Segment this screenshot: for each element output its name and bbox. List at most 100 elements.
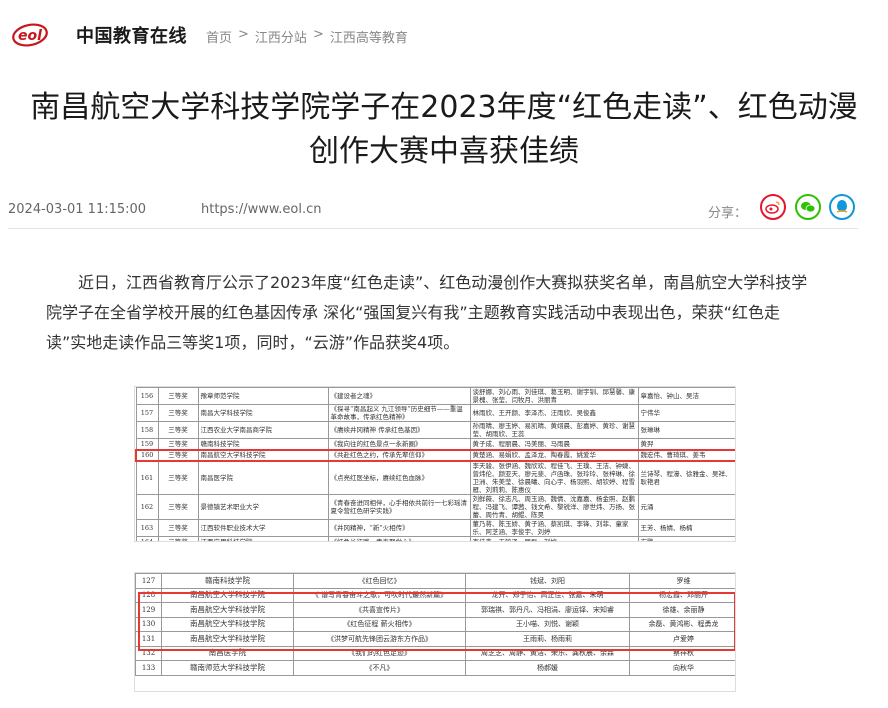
cell-school: 南昌大学科技学院: [197, 404, 329, 422]
table-row: 159 三等奖 赣南科技学院 《我向往的红色景点一永新圈》 黄子成、程丽晨、冯美丽、马雨…: [135, 438, 735, 450]
cell-members: 刘鲜薇、徐志凡、周玉涵、魏倩、沈嘉嘉、杨金照、赵鹏程、冯建飞、谭茜、钱文希、黎锐…: [469, 493, 639, 520]
cell-no: 160: [135, 448, 159, 462]
cell-members: 钱斌、刘阳: [465, 573, 630, 589]
table-row: 164 三等奖 江西应用科技学院 《红色长征路，青春聚党心》 李佳鑫、王铭泽、罗磊、刘婷…: [135, 535, 735, 541]
cell-no: 162: [135, 493, 159, 520]
cell-members: 林雨欣、王开颜、李泽杰、汪雨欣、吴俊鑫: [469, 404, 639, 422]
cell-work: 《建设者之魂》: [327, 387, 471, 405]
cell-teacher: 魏宏伟、曹琦琪、姜韦: [637, 448, 735, 462]
cell-members: 王小喵、刘悦、谢颖: [465, 616, 630, 632]
cell-no: 156: [135, 387, 159, 405]
award-table-image-1: 156 三等奖 豫章师范学院 《建设者之魂》 谈舒娜、刘心雨、刘佳琪、葛玉明、谢宇钏、邱…: [134, 386, 736, 542]
table-row: 130 南昌航空大学科技学院 《红色征程 薪火相传》 王小喵、刘悦、谢颖 余磊、黄鸿彬、…: [135, 616, 735, 632]
article-meta: 2024-03-01 11:15:00 https://www.eol.cn 分…: [8, 194, 858, 221]
table-row: 131 南昌航空大学科技学院 《洪梦可航先锋团云游东方作品》 王雨莉、杨雨莉 卢爱婷: [135, 631, 735, 647]
cell-work: 《点亮红医坐标，赓续红色血脉》: [327, 460, 471, 495]
cell-school: 赣南师范大学科技学院: [161, 660, 294, 676]
cell-teacher: 余磊、黄鸿彬、程勇龙: [629, 616, 735, 632]
weibo-icon[interactable]: [760, 194, 786, 220]
award-table-image-2: 127 赣南科技学院 《红色回忆》 钱斌、刘阳 罗维 128 南昌航空大学科技学院《 谱写青…: [134, 572, 736, 692]
cell-members: 李佳鑫、王铭泽、罗磊、刘婷: [469, 535, 639, 541]
cell-teacher: 方鹏: [637, 535, 735, 541]
cell-work: 《红色长征路，青春聚党心》: [327, 535, 471, 541]
cell-work: 《共赴红色之约，传承先辈信仰》: [327, 448, 471, 462]
cell-teacher: 章嘉怡、钟山、吴洁: [637, 387, 735, 405]
cell-school: 江西软件职业技术大学: [197, 518, 329, 537]
source-url[interactable]: https://www.eol.cn: [201, 202, 322, 217]
breadcrumb-home[interactable]: 首页: [206, 27, 232, 46]
cell-school: 南昌航空大学科技学院: [161, 631, 294, 647]
breadcrumb-separator: >: [238, 27, 249, 42]
svg-text:eol: eol: [18, 28, 42, 44]
cell-no: 158: [135, 421, 159, 439]
cell-no: 163: [135, 518, 159, 537]
cell-teacher: 宁伟华: [637, 404, 735, 422]
qzone-icon[interactable]: [829, 194, 855, 220]
site-logo[interactable]: eol 中国教育在线: [12, 22, 187, 48]
cell-no: 133: [135, 660, 162, 676]
cell-school: 景德镇艺术职业大学: [197, 493, 329, 520]
meta-divider: [8, 228, 858, 229]
cell-teacher: 蔡祥秋: [629, 645, 735, 661]
cell-work: 《共喜宣传片》: [293, 602, 466, 618]
cell-members: 谈舒娜、刘心雨、刘佳琪、葛玉明、谢宇钏、邱慧馨、康景槐、张莹、闫牧月、洪丽青: [469, 387, 639, 405]
cell-no: 127: [135, 573, 162, 589]
cell-school: 赣南科技学院: [197, 438, 329, 450]
cell-members: 郭瑞祺、郭丹凡、冯相涓、廖运铎、宋知睿: [465, 602, 630, 618]
cell-prize: 三等奖: [157, 493, 199, 520]
table-row: 132 南昌医学院 《我们的红色足迹》 周芝芝、周静、黄洁、荣乐、龚秋晨、余霖 蔡祥秋: [135, 645, 735, 661]
cell-teacher: 王芳、杨婧、杨楠: [637, 518, 735, 537]
cell-prize: 三等奖: [157, 421, 199, 439]
cell-no: 159: [135, 438, 159, 450]
cell-work: 《 谱写青春奋斗之歌，可吹时代最然新篇》: [293, 587, 466, 603]
cell-members: 周芝芝、周静、黄洁、荣乐、龚秋晨、余霖: [465, 645, 630, 661]
cell-teacher: 兰诗琴、程濠、徐雅金、吴祥、耿艳君: [637, 460, 735, 495]
cell-teacher: 徐雄、余丽静: [629, 602, 735, 618]
cell-no: 132: [135, 645, 162, 661]
share-label: 分享：: [708, 206, 748, 221]
cell-school: 豫章师范学院: [197, 387, 329, 405]
site-header: eol 中国教育在线 首页 > 江西分站 > 江西高等教育: [0, 0, 888, 70]
cell-school: 南昌航空大学科技学院: [197, 448, 329, 462]
cell-school: 南昌医学院: [197, 460, 329, 495]
award-table-2: 127 赣南科技学院 《红色回忆》 钱斌、刘阳 罗维 128 南昌航空大学科技学院《 谱写青…: [135, 573, 735, 676]
cell-prize: 三等奖: [157, 460, 199, 495]
table-row: 129 南昌航空大学科技学院 《共喜宣传片》 郭瑞祺、郭丹凡、冯相涓、廖运铎、宋知睿徐…: [135, 602, 735, 618]
table-row: 158 三等奖 江西农业大学南昌商学院 《赓续井冈精神 传承红色基因》 孙雨晴、廖玉婷、…: [135, 421, 735, 439]
cell-teacher: 罗维: [629, 573, 735, 589]
cell-work: 《青春奋进同相伴，心手相依共前行一七彩瑶清夏令营红色研学实践》: [327, 493, 471, 520]
cell-no: 157: [135, 404, 159, 422]
cell-work: 《洪梦可航先锋团云游东方作品》: [293, 631, 466, 647]
cell-members: 龙开、郑子怡、高正佳、张嘉、朱萌: [465, 587, 630, 603]
table-row: 156 三等奖 豫章师范学院 《建设者之魂》 谈舒娜、刘心雨、刘佳琪、葛玉明、谢宇钏、邱…: [135, 387, 735, 405]
cell-school: 南昌航空大学科技学院: [161, 616, 294, 632]
cell-work: 《我向往的红色景点一永新圈》: [327, 438, 471, 450]
table-row: 128 南昌航空大学科技学院《 谱写青春奋斗之歌，可吹时代最然新篇》 龙开、郑子怡、…: [135, 587, 735, 603]
cell-teacher: 元涌: [637, 493, 735, 520]
cell-members: 董乃蒋、陈玉娇、黄子涵、蔡凯琪、李锋、刘菲、童家乐、阿芝涵、李俊宇、刘婷: [469, 518, 639, 537]
article-paragraph: 近日，江西省教育厅公示了2023年度“红色走读”、红色动漫创作大赛拟获奖名单，南…: [46, 273, 808, 352]
cell-work: 《井冈精神，“新”火相传》: [327, 518, 471, 537]
table-row: 127 赣南科技学院 《红色回忆》 钱斌、刘阳 罗维: [135, 573, 735, 589]
cell-school: 南昌航空大学科技学院: [161, 602, 294, 618]
cell-work: 《赓续井冈精神 传承红色基因》: [327, 421, 471, 439]
cell-school: 南昌航空大学科技学院: [161, 587, 294, 603]
wechat-icon[interactable]: [795, 194, 821, 220]
cell-work: 《红色回忆》: [293, 573, 466, 589]
cell-no: 164: [135, 535, 159, 541]
cell-no: 129: [135, 602, 162, 618]
table-row: 163 三等奖 江西软件职业技术大学 《井冈精神，“新”火相传》 董乃蒋、陈玉娇、黄子涵…: [135, 518, 735, 537]
cell-school: 赣南科技学院: [161, 573, 294, 589]
cell-school: 江西农业大学南昌商学院: [197, 421, 329, 439]
cell-prize: 三等奖: [157, 438, 199, 450]
cell-prize: 三等奖: [157, 518, 199, 537]
cell-no: 130: [135, 616, 162, 632]
breadcrumb-higher-education[interactable]: 江西高等教育: [330, 27, 408, 46]
cell-school: 江西应用科技学院: [197, 535, 329, 541]
article-title: 南昌航空大学科技学院学子在2023年度“红色走读”、红色动漫创作大赛中喜获佳绩: [30, 90, 858, 169]
breadcrumb-jiangxi[interactable]: 江西分站: [255, 27, 307, 46]
cell-teacher: 杨宏霞、邓丽芹: [629, 587, 735, 603]
cell-teacher: 向秋华: [629, 660, 735, 676]
breadcrumb: 首页 > 江西分站 > 江西高等教育: [206, 27, 408, 46]
cell-prize: 三等奖: [157, 448, 199, 462]
